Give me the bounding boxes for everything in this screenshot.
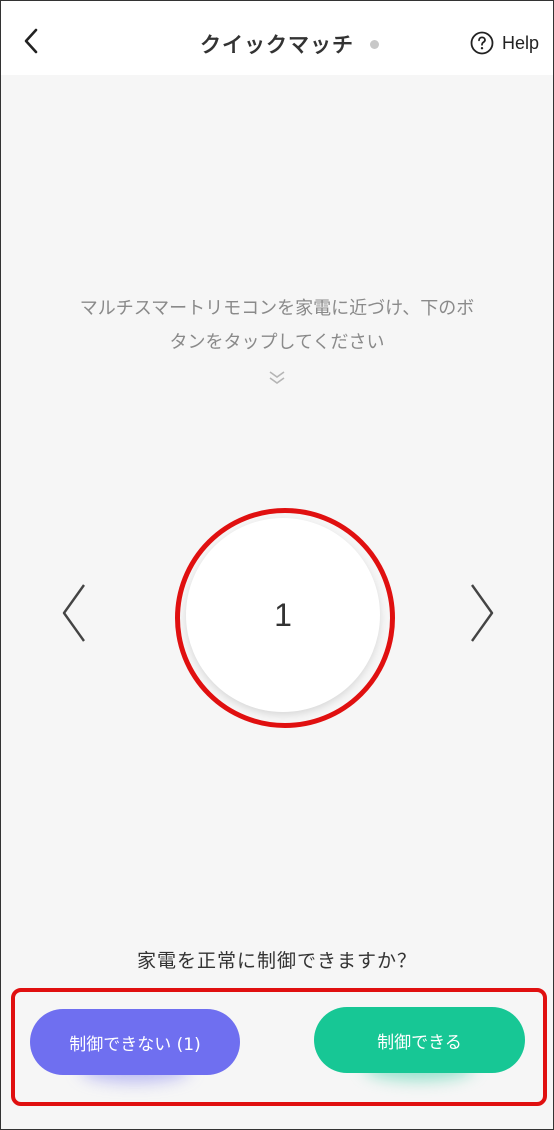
instruction-line-1: マルチスマートリモコンを家電に近づけ、下のボ xyxy=(79,298,475,319)
instruction-text: マルチスマートリモコンを家電に近づけ、下のボ タンをタップしてください xyxy=(36,292,518,360)
help-button[interactable]: Help xyxy=(470,31,539,55)
control-question: 家電を正常に制御できますか？ xyxy=(136,950,417,972)
help-label: Help xyxy=(501,32,539,53)
previous-button[interactable] xyxy=(58,582,90,644)
instruction-line-2: タンをタップしてください xyxy=(169,332,385,353)
cannot-control-button[interactable]: 制御できない (1) xyxy=(30,1009,240,1075)
signal-number: 1 xyxy=(274,596,292,633)
header-bar: クイックマッチ Help xyxy=(1,1,553,75)
question-circle-icon xyxy=(470,31,494,55)
double-chevron-down-icon xyxy=(269,371,285,384)
status-dot xyxy=(370,40,379,49)
can-control-button[interactable]: 制御できる xyxy=(314,1007,525,1073)
chevron-left-icon xyxy=(62,584,85,642)
chevron-right-icon xyxy=(471,584,494,642)
next-button[interactable] xyxy=(466,582,498,644)
test-signal-button[interactable]: 1 xyxy=(186,518,380,712)
